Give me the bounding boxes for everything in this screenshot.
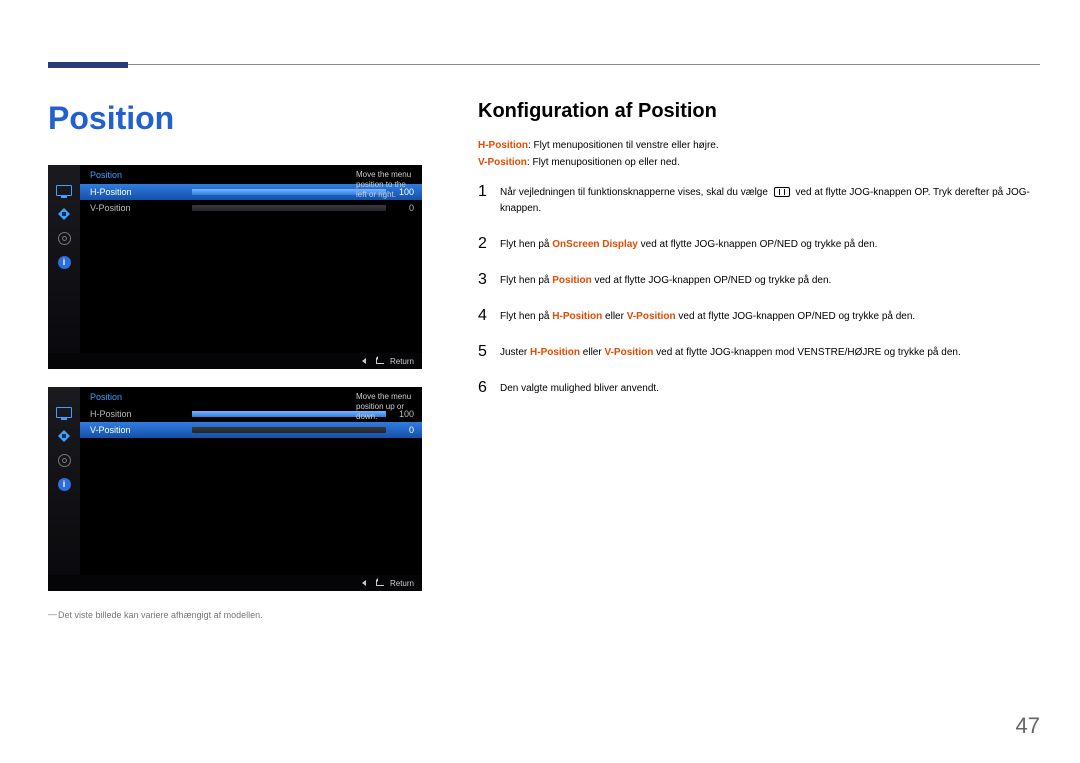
keyword-h-position: H-Position <box>552 311 602 322</box>
keyword-v-position: V-Position <box>627 311 676 322</box>
monitor-icon <box>55 183 73 197</box>
step-list: 1 Når vejledningen til funktionsknappern… <box>478 183 1040 397</box>
gear-icon <box>55 231 73 245</box>
h-position-label: H-Position <box>90 187 186 197</box>
step-number: 1 <box>478 183 500 201</box>
osd-body: Position H-Position 100 V-Position 0 Mov… <box>80 165 422 353</box>
text: ved at flytte JOG-knappen OP/NED og tryk… <box>592 275 832 286</box>
monitor-icon <box>55 405 73 419</box>
term-h-position: H-Position <box>478 140 528 151</box>
return-icon <box>376 580 384 586</box>
step-4: 4 Flyt hen på H-Position eller V-Positio… <box>478 307 1040 325</box>
v-position-value: 0 <box>392 203 414 213</box>
step-number: 4 <box>478 307 500 325</box>
step-6: 6 Den valgte mulighed bliver anvendt. <box>478 379 1040 397</box>
step-number: 5 <box>478 343 500 361</box>
return-icon <box>376 358 384 364</box>
left-arrow-icon <box>362 358 366 364</box>
left-column: Position i Position H-Position 100 V-Pos… <box>48 100 450 622</box>
return-label: Return <box>390 579 414 588</box>
v-position-value: 0 <box>392 425 414 435</box>
keyword-h-position: H-Position <box>530 347 580 358</box>
page-number: 47 <box>1016 713 1040 739</box>
image-caption: Det viste billede kan variere afhængigt … <box>48 609 450 622</box>
text: Når vejledningen til funktionsknapperne … <box>500 187 771 198</box>
text: Flyt hen på <box>500 311 552 322</box>
osd-row-v-position: V-Position 0 <box>80 200 422 216</box>
v-position-label: V-Position <box>90 203 186 213</box>
osd-footer: Return <box>48 575 422 591</box>
step-1: 1 Når vejledningen til funktionsknappern… <box>478 183 1040 217</box>
header-rule <box>48 64 1040 65</box>
def-v-text: : Flyt menupositionen op eller ned. <box>527 157 680 168</box>
right-column: Konfiguration af Position H-Position: Fl… <box>478 100 1040 415</box>
step-number: 3 <box>478 271 500 289</box>
text: ved at flytte JOG-knappen OP/NED og tryk… <box>676 311 916 322</box>
text: eller <box>602 311 626 322</box>
header-rule-accent <box>48 62 128 68</box>
osd-row-v-position: V-Position 0 <box>80 422 422 438</box>
text: Flyt hen på <box>500 239 552 250</box>
v-position-slider <box>192 427 386 433</box>
h-position-label: H-Position <box>90 409 186 419</box>
osd-body: Position H-Position 100 V-Position 0 Mov… <box>80 387 422 575</box>
text: Juster <box>500 347 530 358</box>
section-heading: Position <box>48 100 450 137</box>
keyword-position: Position <box>552 275 591 286</box>
keyword-v-position: V-Position <box>604 347 653 358</box>
info-icon: i <box>55 477 73 491</box>
move-icon <box>55 429 73 443</box>
move-icon <box>55 207 73 221</box>
osd-footer: Return <box>48 353 422 369</box>
step-text: Den valgte mulighed bliver anvendt. <box>500 379 1040 397</box>
step-number: 6 <box>478 379 500 397</box>
step-text: Flyt hen på H-Position eller V-Position … <box>500 307 1040 325</box>
step-2: 2 Flyt hen på OnScreen Display ved at fl… <box>478 235 1040 253</box>
return-label: Return <box>390 357 414 366</box>
keyword-onscreen-display: OnScreen Display <box>552 239 638 250</box>
v-position-slider <box>192 205 386 211</box>
menu-button-icon <box>774 187 790 197</box>
subsection-heading: Konfiguration af Position <box>478 100 1040 123</box>
osd-screenshot-hposition: i Position H-Position 100 V-Position 0 M… <box>48 165 422 369</box>
step-text: Flyt hen på OnScreen Display ved at flyt… <box>500 235 1040 253</box>
step-text: Når vejledningen til funktionsknapperne … <box>500 183 1040 217</box>
info-icon: i <box>55 255 73 269</box>
step-text: Juster H-Position eller V-Position ved a… <box>500 343 1040 361</box>
v-position-label: V-Position <box>90 425 186 435</box>
step-text: Flyt hen på Position ved at flytte JOG-k… <box>500 271 1040 289</box>
text: ved at flytte JOG-knappen mod VENSTRE/HØ… <box>653 347 960 358</box>
osd-tooltip: Move the menu position up or down. <box>356 392 422 422</box>
osd-tooltip: Move the menu position to the left or ri… <box>356 170 422 200</box>
text: Flyt hen på <box>500 275 552 286</box>
osd-sidebar: i <box>48 165 80 353</box>
step-5: 5 Juster H-Position eller V-Position ved… <box>478 343 1040 361</box>
step-number: 2 <box>478 235 500 253</box>
text: eller <box>580 347 604 358</box>
term-v-position: V-Position <box>478 157 527 168</box>
left-arrow-icon <box>362 580 366 586</box>
definitions: H-Position: Flyt menupositionen til vens… <box>478 137 1040 171</box>
def-h-text: : Flyt menupositionen til venstre eller … <box>528 140 719 151</box>
text: ved at flytte JOG-knappen OP/NED og tryk… <box>638 239 878 250</box>
osd-screenshot-vposition: i Position H-Position 100 V-Position 0 M… <box>48 387 422 591</box>
osd-sidebar: i <box>48 387 80 575</box>
step-3: 3 Flyt hen på Position ved at flytte JOG… <box>478 271 1040 289</box>
gear-icon <box>55 453 73 467</box>
